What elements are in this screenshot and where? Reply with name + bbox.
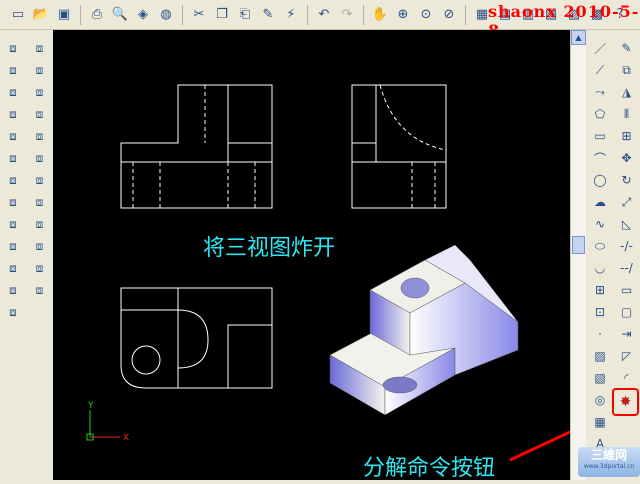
gradient-icon[interactable]: ▧ xyxy=(590,368,610,388)
offset-icon[interactable]: ⫴ xyxy=(617,104,637,124)
copy-icon[interactable]: ⧉ xyxy=(617,60,637,80)
vertical-scrollbar[interactable]: ▲ xyxy=(570,30,586,480)
revision-cloud-icon[interactable]: ☁ xyxy=(590,192,610,212)
ucs-z-icon[interactable]: ⧈ xyxy=(3,280,23,300)
front-view xyxy=(120,84,273,209)
top-view-icon[interactable]: ⧈ xyxy=(30,38,50,58)
paste-icon[interactable]: ⎗ xyxy=(235,5,255,25)
fillet-icon[interactable]: ◜ xyxy=(617,368,637,388)
make-block-icon[interactable]: ⊡ xyxy=(590,302,610,322)
ellipse-arc-icon[interactable]: ◡ xyxy=(590,258,610,278)
ucs-x-label: X xyxy=(123,433,129,443)
move-icon[interactable]: ✥ xyxy=(617,148,637,168)
open-icon[interactable]: 📂 xyxy=(31,5,51,25)
break-icon[interactable]: ▢ xyxy=(617,302,637,322)
top-view xyxy=(120,287,273,389)
se-iso-icon[interactable]: ⧈ xyxy=(30,192,50,212)
array-icon[interactable]: ⊞ xyxy=(617,126,637,146)
polygon-icon[interactable]: ⬠ xyxy=(590,104,610,124)
orbit-icon[interactable]: ⧈ xyxy=(30,280,50,300)
explode-button[interactable]: ✸ xyxy=(612,388,639,416)
ucs-y-icon[interactable]: ⧈ xyxy=(3,258,23,278)
region-icon[interactable]: ◎ xyxy=(590,390,610,410)
erase-icon[interactable]: ✎ xyxy=(617,38,637,58)
zoom-realtime-icon[interactable]: ⊕ xyxy=(393,5,413,25)
circle-icon[interactable]: ◯ xyxy=(590,170,610,190)
ucs-icon: Y X xyxy=(86,401,129,443)
mirror-icon[interactable]: ◮ xyxy=(617,82,637,102)
scroll-thumb[interactable] xyxy=(572,236,585,254)
publish-icon[interactable]: ◈ xyxy=(133,5,153,25)
globe-icon[interactable]: ◍ xyxy=(156,5,176,25)
zoom-window-icon[interactable]: ⊙ xyxy=(416,5,436,25)
new-icon[interactable]: ▭ xyxy=(8,5,28,25)
ucs-previous-icon[interactable]: ⧈ xyxy=(3,82,23,102)
ucs-x-icon[interactable]: ⧈ xyxy=(3,236,23,256)
ucs-world-icon[interactable]: ⧈ xyxy=(3,60,23,80)
nw-iso-icon[interactable]: ⧈ xyxy=(30,236,50,256)
break-at-point-icon[interactable]: ▭ xyxy=(617,280,637,300)
ucs-object-icon[interactable]: ⧈ xyxy=(3,126,23,146)
line-icon[interactable]: ／ xyxy=(590,38,610,58)
back-view-icon[interactable]: ⧈ xyxy=(30,148,50,168)
ucs-view-icon[interactable]: ⧈ xyxy=(3,148,23,168)
bottom-view-icon[interactable]: ⧈ xyxy=(30,60,50,80)
ne-iso-icon[interactable]: ⧈ xyxy=(30,214,50,234)
side-view xyxy=(351,84,447,209)
extend-icon[interactable]: --/ xyxy=(617,258,637,278)
ucs-origin-icon[interactable]: ⧈ xyxy=(3,170,23,190)
redo-icon[interactable]: ↷ xyxy=(337,5,357,25)
isometric-part xyxy=(329,244,519,416)
left-view-icon[interactable]: ⧈ xyxy=(30,82,50,102)
arc-icon[interactable]: ⌒ xyxy=(590,148,610,168)
rectangle-icon[interactable]: ▭ xyxy=(590,126,610,146)
match-properties-icon[interactable]: ✎ xyxy=(258,5,278,25)
hatch-icon[interactable]: ▨ xyxy=(590,346,610,366)
explode-icon: ✸ xyxy=(619,394,632,410)
copy-icon[interactable]: ❐ xyxy=(212,5,232,25)
sw-iso-icon[interactable]: ⧈ xyxy=(30,170,50,190)
rotate-icon[interactable]: ↻ xyxy=(617,170,637,190)
ellipse-icon[interactable]: ⬭ xyxy=(590,236,610,256)
ucs-face-icon[interactable]: ⧈ xyxy=(3,104,23,124)
caption-explode-views: 将三视图炸开 xyxy=(203,236,336,261)
view-toolbar: ⧈ ⧈ ⧈ ⧈ ⧈ ⧈ ⧈ ⧈ ⧈ ⧈ ⧈ ⧈ xyxy=(26,30,53,480)
ucs-icon[interactable]: ⧈ xyxy=(3,38,23,58)
ucs-3point-icon[interactable]: ⧈ xyxy=(3,214,23,234)
scroll-up-button[interactable]: ▲ xyxy=(571,30,586,45)
pointer-arrow xyxy=(509,416,601,462)
construction-line-icon[interactable]: ⟋ xyxy=(590,60,610,80)
ucs-apply-icon[interactable]: ⧈ xyxy=(3,302,23,322)
site-watermark: 三維网 www.3dportal.cn xyxy=(578,447,640,477)
cut-icon[interactable]: ✂ xyxy=(189,5,209,25)
table-icon[interactable]: ▦ xyxy=(590,412,610,432)
trim-icon[interactable]: -/- xyxy=(617,236,637,256)
zoom-previous-icon[interactable]: ⊘ xyxy=(439,5,459,25)
print-preview-icon[interactable]: 🔍 xyxy=(110,5,130,25)
draw-toolbar: ／ ⟋ ⤳ ⬠ ▭ ⌒ ◯ ☁ ∿ ⬭ ◡ ⊞ ⊡ · ▨ ▧ ◎ ▦ A xyxy=(587,30,613,480)
scale-icon[interactable]: ⤢ xyxy=(617,192,637,212)
stretch-icon[interactable]: ◺ xyxy=(617,214,637,234)
save-icon[interactable]: ▣ xyxy=(54,5,74,25)
print-icon[interactable]: ⎙ xyxy=(87,5,107,25)
undo-icon[interactable]: ↶ xyxy=(314,5,334,25)
insert-block-icon[interactable]: ⊞ xyxy=(590,280,610,300)
block-editor-icon[interactable]: ⚡ xyxy=(281,5,301,25)
join-icon[interactable]: ⇥ xyxy=(617,324,637,344)
caption-explode-button: 分解命令按钮 xyxy=(363,456,496,481)
polyline-icon[interactable]: ⤳ xyxy=(590,82,610,102)
camera-icon[interactable]: ⧈ xyxy=(30,258,50,278)
point-icon[interactable]: · xyxy=(590,324,610,344)
ucs-toolbar: ⧈ ⧈ ⧈ ⧈ ⧈ ⧈ ⧈ ⧈ ⧈ ⧈ ⧈ ⧈ ⧈ xyxy=(0,30,26,480)
drawing-canvas[interactable]: Y X 将三视图炸开 分解命令按钮 xyxy=(53,30,614,481)
spline-icon[interactable]: ∿ xyxy=(590,214,610,234)
ucs-y-label: Y xyxy=(87,401,94,411)
pan-icon[interactable]: ✋ xyxy=(370,5,390,25)
ucs-zaxis-icon[interactable]: ⧈ xyxy=(3,192,23,212)
right-view-icon[interactable]: ⧈ xyxy=(30,104,50,124)
front-view-icon[interactable]: ⧈ xyxy=(30,126,50,146)
chamfer-icon[interactable]: ◸ xyxy=(617,346,637,366)
